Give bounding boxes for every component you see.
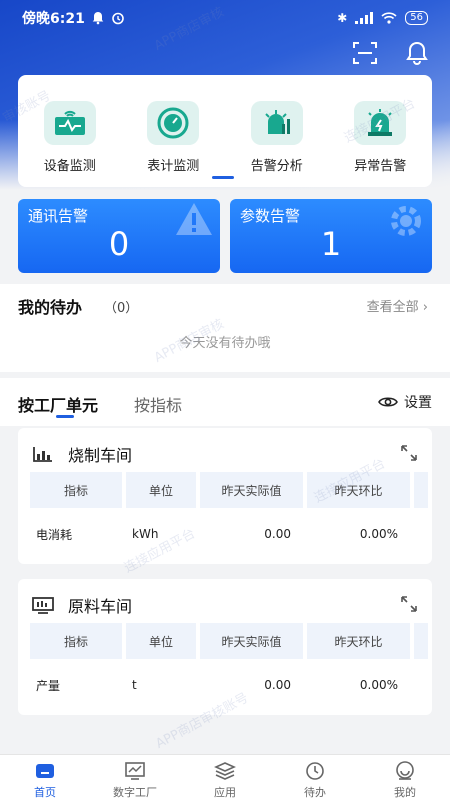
header-cell: 昨天实际值 bbox=[200, 472, 303, 508]
cell-value: 0.00 bbox=[264, 678, 291, 692]
view-all-link[interactable]: 查看全部 › bbox=[367, 296, 428, 315]
nav-digital-factory[interactable]: 数字工厂 bbox=[90, 755, 180, 800]
table-row[interactable]: 电消耗 kWh 0.00 0.00% bbox=[30, 508, 428, 560]
cell-indicator: 产量 bbox=[36, 678, 61, 693]
todo-title: 我的待办 bbox=[18, 298, 83, 317]
header-cell: 昨天环比 bbox=[307, 472, 410, 508]
exception-alarm-icon bbox=[354, 101, 407, 145]
scan-icon[interactable] bbox=[352, 40, 378, 66]
expand-icon[interactable] bbox=[400, 595, 418, 613]
alarm-analysis-icon bbox=[250, 101, 303, 145]
active-tab-underline bbox=[56, 415, 74, 418]
header-cell-overflow bbox=[414, 623, 428, 659]
header-cell: 单位 bbox=[126, 472, 196, 508]
workshop-chart-icon bbox=[33, 447, 52, 462]
tab-by-indicator[interactable]: 按指标 bbox=[134, 392, 182, 416]
alarm-clock-icon bbox=[112, 12, 124, 25]
unit-tabs: 按工厂单元 按指标 设置 bbox=[0, 378, 450, 426]
nav-label: 应用 bbox=[214, 786, 236, 799]
wifi-icon bbox=[381, 12, 397, 24]
cell-ratio: 0.00% bbox=[359, 678, 398, 692]
menu-exception-alarm[interactable]: 异常告警 bbox=[335, 101, 425, 187]
header-cell-overflow bbox=[414, 472, 428, 508]
cell-unit: kWh bbox=[132, 527, 159, 541]
comm-alarm-card[interactable]: 通讯告警 0 bbox=[18, 199, 220, 273]
nav-label: 数字工厂 bbox=[113, 786, 157, 799]
workshop-table: 指标 单位 昨天实际值 昨天环比 产量 t 0.00 0.00% bbox=[30, 623, 428, 711]
menu-label: 表计监测 bbox=[147, 159, 200, 174]
menu-gauge-monitor[interactable]: 表计监测 bbox=[128, 101, 218, 187]
menu-label: 告警分析 bbox=[250, 159, 303, 174]
header-cell: 指标 bbox=[30, 623, 122, 659]
nav-label: 待办 bbox=[304, 786, 326, 799]
menu-device-monitor[interactable]: 设备监测 bbox=[25, 101, 115, 187]
workshop-table: 指标 单位 昨天实际值 昨天环比 电消耗 kWh 0.00 0.00% bbox=[30, 472, 428, 560]
nav-label: 首页 bbox=[34, 786, 56, 799]
gauge-icon bbox=[147, 101, 200, 145]
table-row[interactable]: 产量 t 0.00 0.00% bbox=[30, 659, 428, 711]
param-alarm-card[interactable]: 参数告警 1 bbox=[230, 199, 432, 273]
quick-menu: 设备监测 表计监测 告警分析 异常告警 bbox=[18, 75, 432, 187]
comm-alarm-title: 通讯告警 bbox=[28, 207, 89, 225]
todo-count: （0） bbox=[104, 301, 139, 316]
settings-label: 设置 bbox=[404, 395, 432, 411]
cell-value: 0.00 bbox=[264, 527, 291, 541]
nav-label: 我的 bbox=[394, 786, 416, 799]
workshop-card: 原料车间 指标 单位 昨天实际值 昨天环比 产量 t 0.00 0.00% bbox=[18, 579, 432, 715]
workshop-name: 烧制车间 bbox=[68, 446, 133, 465]
param-alarm-title: 参数告警 bbox=[240, 207, 301, 225]
param-alarm-value: 1 bbox=[320, 225, 342, 263]
menu-page-indicator bbox=[212, 176, 234, 179]
profile-icon bbox=[396, 761, 414, 780]
workshop-monitor-icon bbox=[32, 597, 54, 614]
comm-alarm-value: 0 bbox=[108, 225, 130, 263]
home-icon bbox=[36, 764, 54, 778]
nav-home[interactable]: 首页 bbox=[0, 755, 90, 800]
chevron-right-icon: › bbox=[422, 300, 428, 315]
nav-todo[interactable]: 待办 bbox=[270, 755, 360, 800]
cell-unit: t bbox=[132, 678, 137, 692]
workshop-name: 原料车间 bbox=[68, 597, 133, 616]
settings-button[interactable]: 设置 bbox=[378, 392, 432, 412]
notification-icon[interactable] bbox=[404, 40, 430, 66]
header-cell: 指标 bbox=[30, 472, 122, 508]
cell-ratio: 0.00% bbox=[359, 527, 398, 541]
header-cell: 昨天环比 bbox=[307, 623, 410, 659]
battery-indicator: 56 bbox=[405, 11, 428, 25]
digital-factory-icon bbox=[125, 762, 145, 780]
status-bar: 傍晚6:21 ✱ 56 bbox=[0, 0, 450, 36]
nav-profile[interactable]: 我的 bbox=[360, 755, 450, 800]
cell-indicator: 电消耗 bbox=[36, 527, 73, 542]
bottom-nav: 首页 数字工厂 应用 待办 我的 bbox=[0, 754, 450, 800]
nav-apps[interactable]: 应用 bbox=[180, 755, 270, 800]
table-header: 指标 单位 昨天实际值 昨天环比 bbox=[30, 623, 428, 659]
header-cell: 单位 bbox=[126, 623, 196, 659]
bluetooth-icon: ✱ bbox=[337, 11, 348, 25]
menu-label: 设备监测 bbox=[43, 159, 96, 174]
header-cell: 昨天实际值 bbox=[200, 623, 303, 659]
view-all-label: 查看全部 bbox=[366, 300, 419, 315]
todo-empty-text: 今天没有待办哦 bbox=[179, 336, 271, 351]
tab-by-unit[interactable]: 按工厂单元 bbox=[18, 392, 98, 416]
expand-icon[interactable] bbox=[400, 444, 418, 462]
signal-icon bbox=[355, 12, 374, 24]
notification-bell-icon bbox=[92, 12, 104, 25]
menu-alarm-analysis[interactable]: 告警分析 bbox=[232, 101, 322, 187]
table-header: 指标 单位 昨天实际值 昨天环比 bbox=[30, 472, 428, 508]
status-time: 傍晚6:21 bbox=[22, 11, 85, 27]
menu-label: 异常告警 bbox=[354, 159, 407, 174]
apps-icon bbox=[214, 762, 236, 780]
device-monitor-icon bbox=[43, 101, 96, 145]
workshop-card: 烧制车间 指标 单位 昨天实际值 昨天环比 电消耗 kWh 0.00 0.00% bbox=[18, 428, 432, 564]
todo-section: 我的待办 （0） 查看全部 › 今天没有待办哦 bbox=[0, 284, 450, 372]
clock-icon bbox=[306, 762, 324, 780]
eye-icon bbox=[378, 397, 398, 407]
